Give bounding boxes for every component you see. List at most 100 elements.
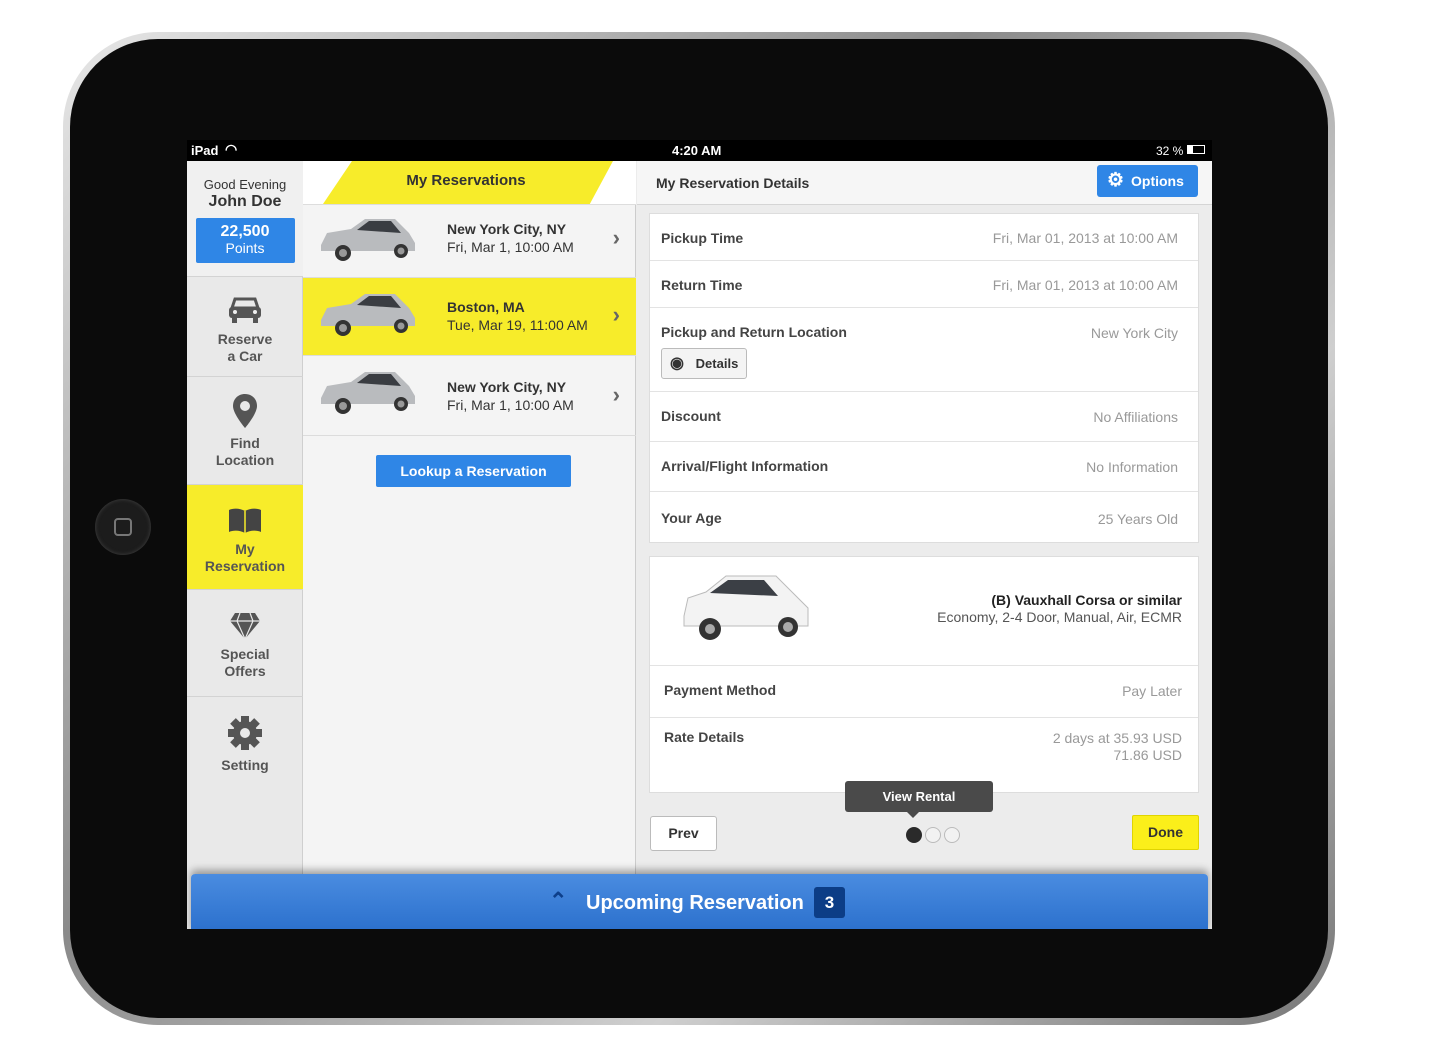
sidebar-item-find-location[interactable]: Find Location (187, 377, 303, 485)
label: Offers (224, 663, 266, 679)
detail-value: No Information (1086, 459, 1178, 475)
sidebar-item-my-reservation[interactable]: My Reservation (187, 485, 303, 590)
diamond-icon (230, 612, 260, 640)
battery-percent: 32 % (1156, 144, 1184, 158)
detail-row: Pickup Time Fri, Mar 01, 2013 at 10:00 AM (650, 214, 1198, 261)
screen: iPad ◠ 4:20 AM 32 % Good Evening John Do… (187, 140, 1212, 929)
device-label: iPad (191, 143, 219, 158)
detail-value: New York City (1090, 325, 1178, 341)
payment-label: Payment Method (664, 682, 777, 698)
detail-value: 25 Years Old (1097, 511, 1178, 527)
details-panel: My Reservation Details ⚙ Options Pickup … (637, 161, 1212, 929)
battery-icon (1187, 145, 1205, 154)
reservation-date: Fri, Mar 1, 10:00 AM (447, 397, 574, 413)
chevron-right-icon: › (612, 382, 620, 407)
greeting: Good Evening (203, 177, 287, 192)
vehicle-card: (B) Vauxhall Corsa or similar Economy, 2… (649, 556, 1199, 793)
label: Location (215, 452, 275, 468)
user-panel: Good Evening John Doe 22,500 Points (187, 161, 303, 277)
chevron-right-icon: › (612, 302, 620, 327)
upcoming-reservation-bar[interactable]: ⌃ Upcoming Reservation 3 (191, 874, 1208, 929)
detail-label: Return Time (661, 277, 743, 293)
location-details-button[interactable]: ◉ Details (661, 348, 747, 379)
reservations-title: My Reservations (406, 172, 526, 189)
upcoming-count-badge: 3 (814, 887, 845, 918)
page-dot[interactable] (925, 827, 941, 843)
options-label: Options (1131, 173, 1184, 189)
reservation-item-selected[interactable]: Boston, MA Tue, Mar 19, 11:00 AM › (303, 278, 636, 356)
page-dot-active[interactable] (906, 827, 922, 843)
detail-value: Fri, Mar 01, 2013 at 10:00 AM (992, 230, 1178, 246)
detail-value: No Affiliations (1093, 409, 1178, 425)
gear-icon (228, 716, 262, 750)
detail-row: Return Time Fri, Mar 01, 2013 at 10:00 AM (650, 261, 1198, 308)
payment-value: Pay Later (1122, 683, 1182, 699)
lookup-reservation-button[interactable]: Lookup a Reservation (376, 455, 571, 487)
clock: 4:20 AM (672, 143, 722, 158)
status-bar: iPad ◠ 4:20 AM 32 % (187, 140, 1212, 161)
reservation-item[interactable]: New York City, NY Fri, Mar 1, 10:00 AM › (303, 356, 636, 436)
detail-label: Discount (661, 408, 721, 424)
user-name: John Doe (208, 193, 282, 210)
label: a Car (227, 348, 263, 364)
rate-line1: 2 days at 35.93 USD (1052, 730, 1182, 746)
detail-row: Discount No Affiliations (650, 392, 1198, 442)
detail-row: Pickup and Return Location New York City … (650, 308, 1198, 392)
home-button[interactable] (95, 499, 151, 555)
sidebar: Good Evening John Doe 22,500 Points Rese… (187, 161, 303, 929)
chevron-right-icon: › (612, 225, 620, 250)
gear-icon: ⚙ (1107, 170, 1125, 191)
detail-label: Pickup and Return Location (661, 324, 847, 340)
page-dot[interactable] (944, 827, 960, 843)
wifi-icon: ◠ (225, 141, 238, 157)
vehicle-specs: Economy, 2-4 Door, Manual, Air, ECMR (937, 609, 1182, 625)
reservation-date: Tue, Mar 19, 11:00 AM (447, 317, 588, 333)
reservation-city: New York City, NY (447, 379, 567, 395)
detail-label: Your Age (661, 510, 722, 526)
points-label: Points (225, 240, 265, 256)
upcoming-reservation-label: Upcoming Reservation (586, 892, 804, 914)
detail-row: Your Age 25 Years Old (650, 492, 1198, 543)
options-button[interactable]: ⚙ Options (1097, 165, 1198, 197)
rate-total: 71.86 USD (1113, 747, 1182, 763)
detail-label: Arrival/Flight Information (661, 458, 829, 474)
details-title: My Reservation Details (656, 175, 810, 191)
payment-row: Payment Method Pay Later (650, 666, 1198, 718)
prev-button[interactable]: Prev (650, 816, 717, 851)
detail-label: Pickup Time (661, 230, 744, 246)
book-icon (229, 508, 261, 533)
reservation-city: Boston, MA (447, 299, 525, 315)
car-image (321, 294, 415, 336)
sidebar-item-special-offers[interactable]: Special Offers (187, 590, 303, 697)
label: Setting (221, 757, 269, 773)
rate-label: Rate Details (664, 729, 745, 745)
done-button[interactable]: Done (1132, 815, 1199, 850)
details-header: My Reservation Details ⚙ Options (637, 161, 1212, 205)
label: Find (230, 435, 260, 451)
map-pin-icon (233, 394, 257, 428)
reservation-date: Fri, Mar 1, 10:00 AM (447, 239, 574, 255)
car-icon (229, 297, 261, 323)
vehicle-image (683, 575, 809, 640)
sidebar-item-setting[interactable]: Setting (187, 697, 303, 797)
vehicle-name: (B) Vauxhall Corsa or similar (991, 592, 1182, 608)
label: Reserve (217, 331, 273, 347)
tooltip-arrow (907, 812, 919, 818)
car-image (321, 372, 415, 414)
eye-icon: ◉ (670, 355, 684, 372)
view-rental-tooltip: View Rental (845, 781, 993, 812)
points-value: 22,500 (220, 223, 270, 240)
sidebar-item-reserve-car[interactable]: Reserve a Car (187, 277, 303, 377)
reservation-city: New York City, NY (447, 221, 567, 237)
details-card: Pickup Time Fri, Mar 01, 2013 at 10:00 AM… (649, 213, 1199, 543)
label: Reservation (204, 558, 286, 574)
points-badge[interactable]: 22,500 Points (195, 218, 295, 263)
reservations-panel: My Reservations New York City, NY Fri, M… (303, 161, 636, 929)
reservations-header: My Reservations (303, 161, 636, 205)
label: Special (220, 646, 270, 662)
detail-value: Fri, Mar 01, 2013 at 10:00 AM (992, 277, 1178, 293)
vehicle-row: (B) Vauxhall Corsa or similar Economy, 2… (650, 557, 1198, 666)
double-chevron-up-icon: ⌃ (549, 888, 568, 913)
details-button-label: Details (695, 356, 739, 371)
reservation-item[interactable]: New York City, NY Fri, Mar 1, 10:00 AM › (303, 205, 636, 278)
